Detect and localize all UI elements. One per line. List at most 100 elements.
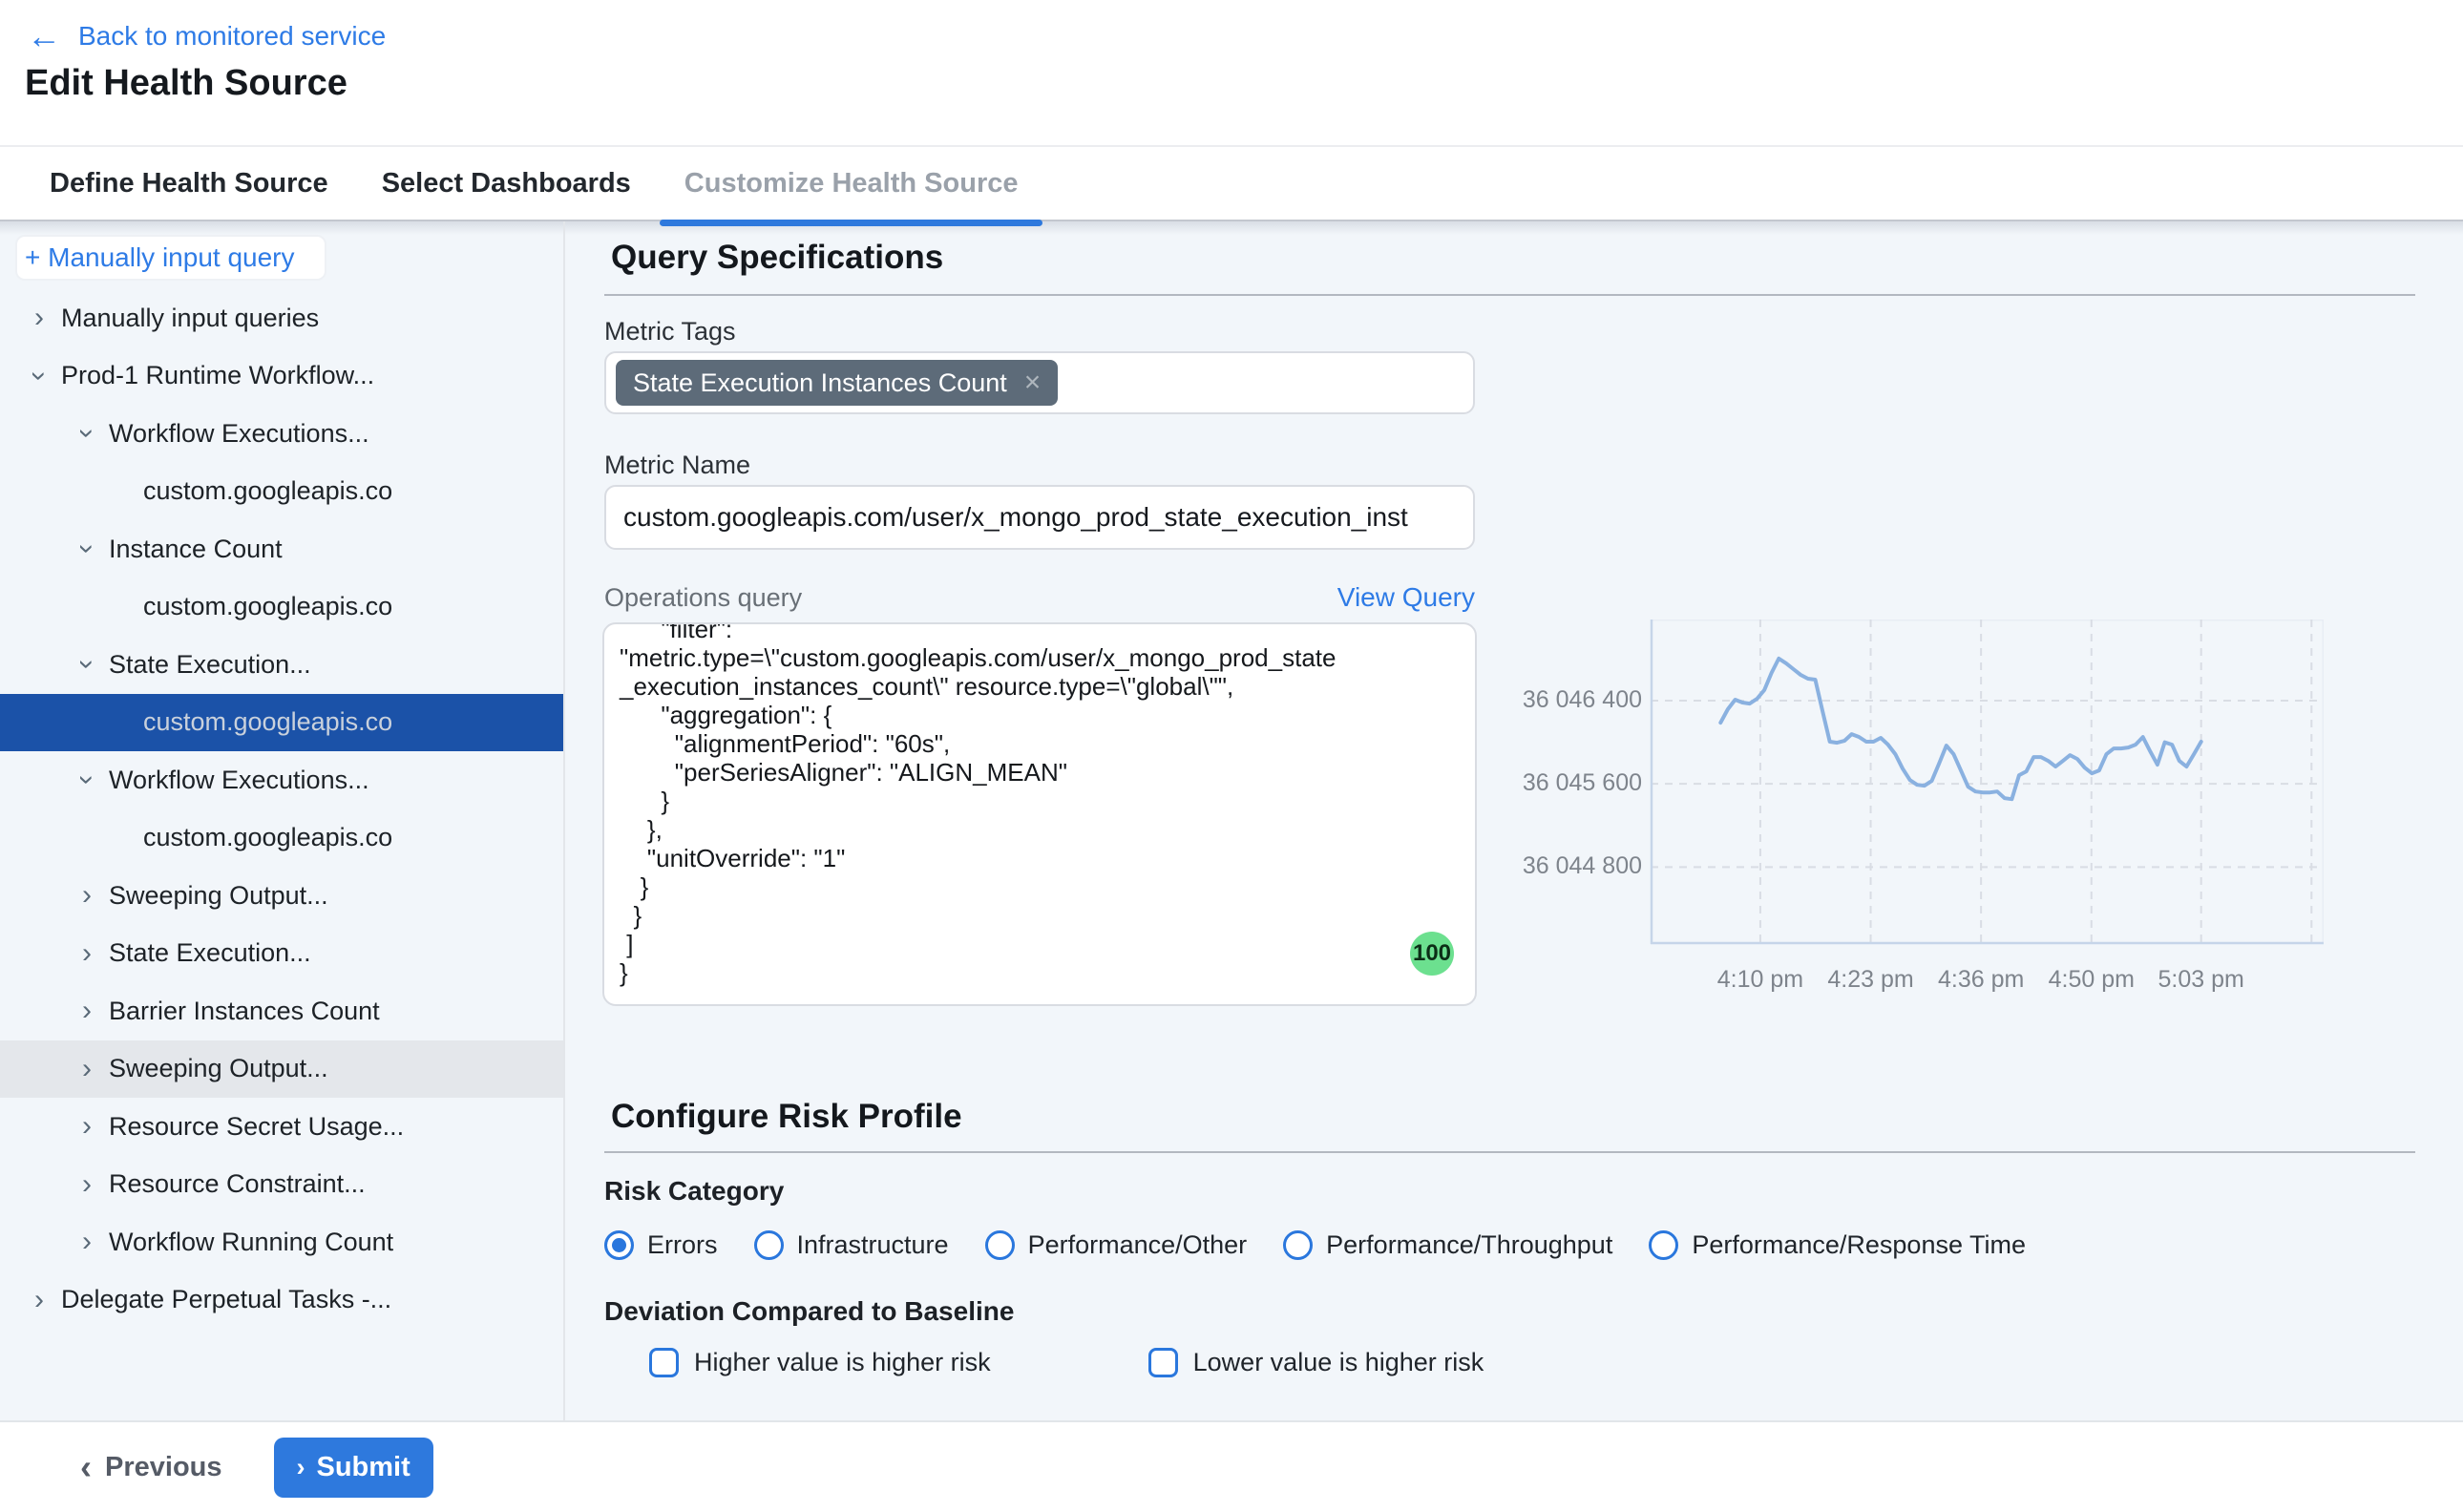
tree-item-workflow-running-count[interactable]: › Workflow Running Count bbox=[0, 1213, 563, 1271]
chevron-left-icon: ‹ bbox=[80, 1450, 92, 1484]
tree-item-label: Resource Secret Usage... bbox=[109, 1112, 404, 1142]
operations-query-textarea[interactable]: "filter": "metric.type=\"custom.googleap… bbox=[602, 622, 1477, 1006]
tree-item-state-execution[interactable]: › State Execution... bbox=[0, 925, 563, 983]
tree-item-label: State Execution... bbox=[109, 938, 311, 968]
chevron-down-icon: › bbox=[73, 535, 101, 563]
radio-icon bbox=[1283, 1230, 1313, 1260]
tree-item-label: custom.googleapis.co bbox=[143, 476, 392, 506]
risk-option-errors[interactable]: Errors bbox=[604, 1230, 718, 1260]
page-header: ← Back to monitored service Edit Health … bbox=[0, 0, 2463, 221]
back-link-label: Back to monitored service bbox=[78, 21, 386, 52]
x-axis-label: 4:23 pm bbox=[1827, 966, 1913, 994]
edit-health-source-page: ← Back to monitored service Edit Health … bbox=[0, 0, 2463, 1512]
chevron-down-icon: › bbox=[73, 419, 101, 448]
wizard-footer: ‹ Previous › Submit bbox=[0, 1420, 2463, 1512]
tab-select-dashboards[interactable]: Select Dashboards bbox=[378, 168, 635, 200]
tree-item-delegate-perpetual-tasks[interactable]: › Delegate Perpetual Tasks -... bbox=[0, 1271, 563, 1330]
tree-item-workflow-executions[interactable]: ›Workflow Executions... bbox=[0, 405, 563, 463]
chevron-down-icon: › bbox=[73, 766, 101, 794]
radio-icon bbox=[985, 1230, 1015, 1260]
chevron-down-icon: › bbox=[73, 650, 101, 679]
operations-query-label: Operations query bbox=[604, 583, 802, 613]
metric-tags-input[interactable]: State Execution Instances Count × bbox=[604, 351, 1475, 414]
tree-item-workflow-executions[interactable]: › Workflow Executions... bbox=[0, 751, 563, 809]
chevron-right-icon: › bbox=[73, 1170, 101, 1199]
chevron-right-icon: › bbox=[73, 1228, 101, 1256]
tree-item-label: Instance Count bbox=[109, 535, 283, 564]
tree-item-label: custom.googleapis.co bbox=[143, 823, 392, 852]
metric-tag-chip[interactable]: State Execution Instances Count × bbox=[616, 360, 1058, 406]
chevron-right-icon: › bbox=[73, 997, 101, 1025]
deviation-option-label: Lower value is higher risk bbox=[1193, 1348, 1484, 1377]
y-axis-label: 36 046 400 bbox=[1489, 686, 1642, 714]
risk-option-performance-other[interactable]: Performance/Other bbox=[985, 1230, 1248, 1260]
tree-item-custom-googleapis-co[interactable]: custom.googleapis.co bbox=[0, 809, 563, 868]
add-query-label: + Manually input query bbox=[25, 242, 295, 273]
deviation-option-higher-value-is-higher-risk[interactable]: Higher value is higher risk bbox=[649, 1348, 991, 1377]
risk-option-label: Errors bbox=[647, 1230, 718, 1260]
configure-risk-profile-heading: Configure Risk Profile bbox=[611, 1098, 962, 1136]
tree-item-sweeping-output[interactable]: › Sweeping Output... bbox=[0, 1040, 563, 1099]
tree-item-sweeping-output[interactable]: ›Sweeping Output... bbox=[0, 867, 563, 925]
back-arrow-icon: ← bbox=[27, 19, 61, 53]
tab-define-health-source[interactable]: Define Health Source bbox=[46, 168, 332, 200]
metric-tag-chip-label: State Execution Instances Count bbox=[633, 368, 1007, 398]
checkbox-icon bbox=[649, 1348, 679, 1377]
risk-option-performance-throughput[interactable]: Performance/Throughput bbox=[1283, 1230, 1612, 1260]
operations-query-text: "filter": "metric.type=\"custom.googleap… bbox=[604, 622, 1475, 991]
risk-option-performance-response-time[interactable]: Performance/Response Time bbox=[1649, 1230, 2026, 1260]
view-query-link[interactable]: View Query bbox=[1337, 582, 1475, 613]
query-tree-sidebar: + Manually input query ›Manually input q… bbox=[0, 221, 565, 1420]
radio-icon bbox=[1649, 1230, 1678, 1260]
deviation-checkbox-group: Higher value is higher risk Lower value i… bbox=[649, 1348, 1484, 1377]
risk-category-label: Risk Category bbox=[604, 1176, 784, 1207]
back-to-monitored-service-link[interactable]: ← Back to monitored service bbox=[27, 19, 386, 53]
chevron-right-icon: › bbox=[25, 1286, 53, 1314]
tree-item-label: Delegate Perpetual Tasks -... bbox=[61, 1285, 391, 1314]
wizard-tabs: Define Health Source Select Dashboards Cus… bbox=[0, 145, 2463, 221]
deviation-baseline-label: Deviation Compared to Baseline bbox=[604, 1296, 1014, 1327]
add-manual-query-button[interactable]: + Manually input query bbox=[15, 235, 326, 281]
tree-item-label: custom.googleapis.co bbox=[143, 592, 392, 621]
tab-customize-health-source[interactable]: Customize Health Source bbox=[681, 168, 1022, 200]
risk-option-infrastructure[interactable]: Infrastructure bbox=[754, 1230, 949, 1260]
tree-item-custom-googleapis-co[interactable]: custom.googleapis.co bbox=[0, 694, 563, 752]
chevron-right-icon: › bbox=[73, 1055, 101, 1083]
y-axis-label: 36 045 600 bbox=[1489, 769, 1642, 797]
y-axis-label: 36 044 800 bbox=[1489, 852, 1642, 880]
risk-option-label: Performance/Other bbox=[1028, 1230, 1248, 1260]
checkbox-icon bbox=[1148, 1348, 1178, 1377]
chevron-down-icon: › bbox=[25, 362, 53, 390]
tree-item-prod-1-runtime-workflow[interactable]: ›Prod-1 Runtime Workflow... bbox=[0, 347, 563, 406]
tree-item-label: custom.googleapis.co bbox=[143, 707, 392, 737]
tree-item-label: Resource Constraint... bbox=[109, 1169, 366, 1199]
metric-timeseries-chart: 36 046 40036 045 60036 044 800 4:10 pm4:… bbox=[1489, 611, 2406, 1031]
previous-button[interactable]: ‹ Previous bbox=[80, 1450, 222, 1484]
tree-item-custom-googleapis-co[interactable]: custom.googleapis.co bbox=[0, 463, 563, 521]
chevron-right-icon: › bbox=[73, 939, 101, 968]
tree-item-label: State Execution... bbox=[109, 650, 311, 680]
tree-item-label: Sweeping Output... bbox=[109, 881, 328, 911]
tree-item-label: Sweeping Output... bbox=[109, 1054, 328, 1083]
tree-item-label: Workflow Executions... bbox=[109, 766, 369, 795]
tree-item-manually-input-queries[interactable]: ›Manually input queries bbox=[0, 289, 563, 347]
radio-selected-icon bbox=[604, 1230, 634, 1260]
remove-tag-icon[interactable]: × bbox=[1024, 368, 1042, 397]
previous-button-label: Previous bbox=[105, 1452, 222, 1483]
chevron-right-icon: › bbox=[73, 1112, 101, 1141]
tree-item-barrier-instances-count[interactable]: ›Barrier Instances Count bbox=[0, 982, 563, 1040]
page-title: Edit Health Source bbox=[25, 63, 347, 104]
query-tree: ›Manually input queries›Prod-1 Runtime W… bbox=[0, 289, 563, 1329]
tree-item-label: Workflow Running Count bbox=[109, 1228, 393, 1257]
tree-item-custom-googleapis-co[interactable]: custom.googleapis.co bbox=[0, 578, 563, 637]
radio-icon bbox=[754, 1230, 784, 1260]
x-axis-label: 5:03 pm bbox=[2158, 966, 2244, 994]
metric-name-input[interactable]: custom.googleapis.com/user/x_mongo_prod_… bbox=[604, 485, 1475, 550]
deviation-option-label: Higher value is higher risk bbox=[694, 1348, 991, 1377]
tree-item-instance-count[interactable]: › Instance Count bbox=[0, 520, 563, 578]
tree-item-resource-secret-usage[interactable]: › Resource Secret Usage... bbox=[0, 1098, 563, 1156]
submit-button[interactable]: › Submit bbox=[274, 1438, 433, 1498]
deviation-option-lower-value-is-higher-risk[interactable]: Lower value is higher risk bbox=[1148, 1348, 1484, 1377]
tree-item-resource-constraint[interactable]: › Resource Constraint... bbox=[0, 1156, 563, 1214]
tree-item-state-execution[interactable]: › State Execution... bbox=[0, 636, 563, 694]
